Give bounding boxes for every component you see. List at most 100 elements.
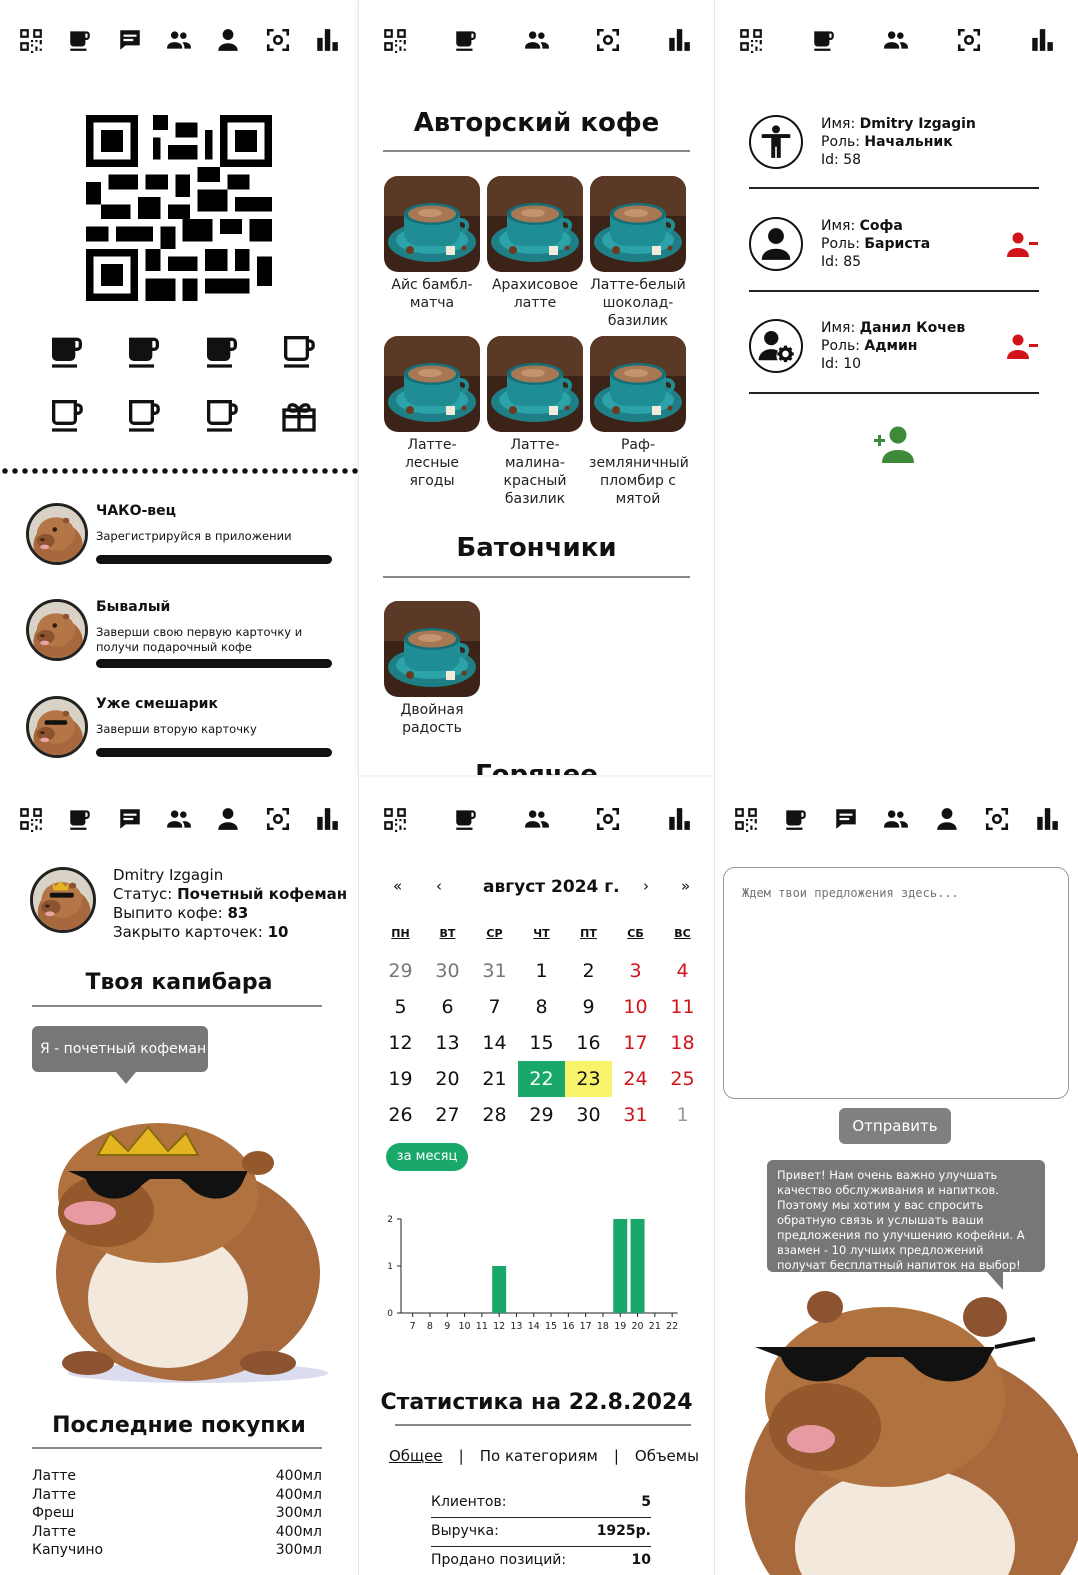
qr-icon[interactable]	[380, 25, 410, 55]
calendar-day[interactable]: 19	[377, 1061, 424, 1097]
coffee-cup-icon[interactable]	[451, 25, 481, 55]
remove-user-icon[interactable]	[1007, 231, 1039, 259]
calendar-day[interactable]: 31	[471, 953, 518, 989]
profile-icon[interactable]	[932, 804, 962, 834]
stats-icon[interactable]	[664, 804, 694, 834]
tab-volumes[interactable]: Объемы	[635, 1447, 699, 1465]
calendar-day[interactable]: 16	[565, 1025, 612, 1061]
calendar-day[interactable]: 20	[424, 1061, 471, 1097]
menu-item-name: Двойная радость	[400, 702, 464, 736]
chat-icon[interactable]	[831, 804, 861, 834]
stats-row: Выручка: 1925р.	[431, 1518, 651, 1547]
stats-table: Клиентов: 5 Выручка: 1925р. Продано позици…	[431, 1489, 651, 1575]
calendar-day[interactable]: 10	[612, 989, 659, 1025]
scan-icon[interactable]	[263, 804, 293, 834]
send-button[interactable]: Отправить	[839, 1108, 951, 1144]
next-year-button[interactable]: »	[681, 877, 690, 895]
calendar-day[interactable]: 14	[471, 1025, 518, 1061]
scan-icon[interactable]	[263, 25, 293, 55]
profile-icon[interactable]	[213, 25, 243, 55]
qr-icon[interactable]	[16, 804, 46, 834]
calendar-day[interactable]: 12	[377, 1025, 424, 1061]
qr-icon[interactable]	[736, 25, 766, 55]
coffee-cup-icon[interactable]	[65, 25, 95, 55]
calendar-day[interactable]: 30	[424, 953, 471, 989]
menu-item[interactable]: Раф-земляничный пломбир с мятой	[589, 336, 689, 508]
prev-month-button[interactable]: ‹	[436, 877, 442, 895]
scan-icon[interactable]	[954, 25, 984, 55]
remove-user-icon[interactable]	[1007, 333, 1039, 361]
menu-item-name: Раф-земляничный пломбир с мятой	[589, 437, 689, 507]
qr-icon[interactable]	[380, 804, 410, 834]
calendar-day[interactable]: 9	[565, 989, 612, 1025]
calendar-day[interactable]: 6	[424, 989, 471, 1025]
menu-item[interactable]: Арахисовое латте	[486, 176, 584, 330]
scan-icon[interactable]	[593, 25, 623, 55]
users-icon[interactable]	[881, 25, 911, 55]
menu-item[interactable]: Латте-малина-красный базилик	[486, 336, 584, 508]
calendar-day[interactable]: 4	[659, 953, 706, 989]
next-month-button[interactable]: ›	[643, 877, 649, 895]
stats-icon[interactable]	[312, 25, 342, 55]
coffee-cup-icon[interactable]	[809, 25, 839, 55]
menu-item[interactable]: Айс бамбл-матча	[383, 176, 481, 330]
calendar-day[interactable]: 25	[659, 1061, 706, 1097]
calendar-day[interactable]: 18	[659, 1025, 706, 1061]
stats-icon[interactable]	[312, 804, 342, 834]
menu-item[interactable]: Двойная радость	[383, 601, 481, 737]
calendar-day[interactable]: 26	[377, 1097, 424, 1133]
calendar-day[interactable]: 30	[565, 1097, 612, 1133]
chat-icon[interactable]	[115, 804, 145, 834]
prev-year-button[interactable]: «	[393, 877, 402, 895]
stats-icon[interactable]	[664, 25, 694, 55]
users-icon[interactable]	[522, 804, 552, 834]
menu-item[interactable]: Латте-белый шоколад-базилик	[589, 176, 687, 330]
calendar-day[interactable]: 22	[518, 1061, 565, 1097]
calendar-day[interactable]: 29	[377, 953, 424, 989]
users-icon[interactable]	[522, 25, 552, 55]
calendar-day[interactable]: 29	[518, 1097, 565, 1133]
calendar-day[interactable]: 5	[377, 989, 424, 1025]
scan-icon[interactable]	[593, 804, 623, 834]
qr-icon[interactable]	[16, 25, 46, 55]
calendar-day[interactable]: 3	[612, 953, 659, 989]
calendar-day[interactable]: 17	[612, 1025, 659, 1061]
month-button[interactable]: за месяц	[386, 1143, 468, 1171]
chart-bar	[613, 1219, 628, 1313]
chat-icon[interactable]	[115, 25, 145, 55]
purchase-row: Латте 400мл	[32, 1467, 322, 1486]
feedback-input[interactable]	[723, 867, 1069, 1099]
users-icon[interactable]	[164, 25, 194, 55]
calendar-day[interactable]: 15	[518, 1025, 565, 1061]
calendar-day[interactable]: 31	[612, 1097, 659, 1133]
calendar-day[interactable]: 27	[424, 1097, 471, 1133]
calendar-day[interactable]: 24	[612, 1061, 659, 1097]
calendar-day[interactable]: 28	[471, 1097, 518, 1133]
calendar-day[interactable]: 8	[518, 989, 565, 1025]
tab-general[interactable]: Общее	[389, 1447, 443, 1465]
purchase-volume: 300мл	[275, 1505, 322, 1521]
calendar-day[interactable]: 23	[565, 1061, 612, 1097]
calendar-day[interactable]: 7	[471, 989, 518, 1025]
stats-icon[interactable]	[1032, 804, 1062, 834]
calendar-day[interactable]: 1	[518, 953, 565, 989]
tab-categories[interactable]: По категориям	[480, 1447, 598, 1465]
users-icon[interactable]	[881, 804, 911, 834]
users-icon[interactable]	[164, 804, 194, 834]
calendar-day[interactable]: 1	[659, 1097, 706, 1133]
calendar-day[interactable]: 13	[424, 1025, 471, 1061]
menu-item[interactable]: Латте-лесные ягоды	[383, 336, 481, 508]
qr-icon[interactable]	[731, 804, 761, 834]
profile-status: Почетный кофеман	[177, 885, 348, 903]
profile-icon[interactable]	[213, 804, 243, 834]
scan-icon[interactable]	[982, 804, 1012, 834]
coffee-cup-icon[interactable]	[65, 804, 95, 834]
add-user-icon[interactable]	[870, 425, 918, 465]
coffee-cup-icon[interactable]	[451, 804, 481, 834]
coffee-cup-icon[interactable]	[781, 804, 811, 834]
stats-icon[interactable]	[1027, 25, 1057, 55]
calendar-day[interactable]: 21	[471, 1061, 518, 1097]
calendar-day[interactable]: 11	[659, 989, 706, 1025]
profile-panel: Dmitry Izgagin Статус: Почетный кофеман …	[0, 777, 358, 1575]
calendar-day[interactable]: 2	[565, 953, 612, 989]
